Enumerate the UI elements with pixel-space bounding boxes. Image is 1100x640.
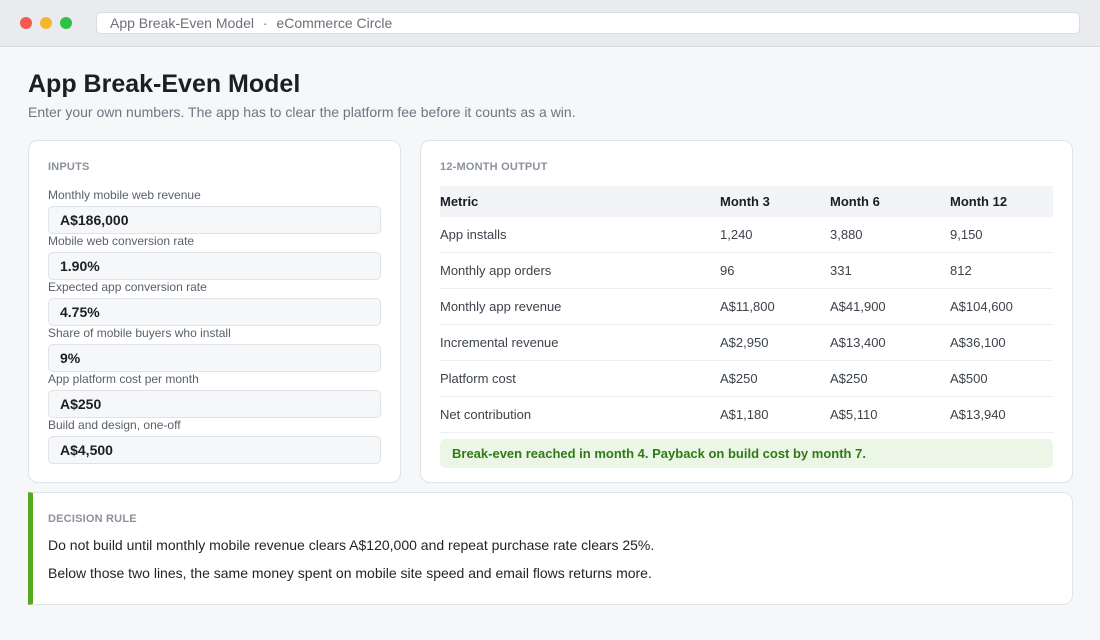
value-cell: A$36,100 — [950, 324, 1053, 361]
value-cell: 1,240 — [720, 217, 830, 253]
value-cell: A$1,180 — [720, 396, 830, 433]
inputs-section-label: INPUTS — [48, 161, 90, 173]
table-row: App installs 1,240 3,880 9,150 — [440, 217, 1053, 253]
minimize-window-button[interactable] — [40, 17, 52, 29]
field-label: Share of mobile buyers who install — [48, 326, 231, 340]
column-header: Month 12 — [950, 186, 1053, 217]
table-row: Incremental revenue A$2,950 A$13,400 A$3… — [440, 324, 1053, 361]
value-cell: A$104,600 — [950, 288, 1053, 325]
page-subtitle: Enter your own numbers. The app has to c… — [28, 104, 576, 120]
value-cell: 331 — [830, 252, 950, 289]
metric-cell: Platform cost — [440, 360, 720, 397]
break-even-banner: Break-even reached in month 4. Payback o… — [440, 439, 1053, 468]
table-row: Monthly app revenue A$11,800 A$41,900 A$… — [440, 288, 1053, 325]
build-and-design-input[interactable]: A$4,500 — [48, 436, 381, 464]
field-label: App platform cost per month — [48, 372, 199, 386]
field-share-of-mobile-buyers-who-install: Share of mobile buyers who install 9% — [48, 326, 381, 372]
value-cell: 812 — [950, 252, 1053, 289]
column-header: Metric — [440, 186, 720, 217]
value-cell: A$13,400 — [830, 324, 950, 361]
metric-cell: Monthly app revenue — [440, 288, 720, 325]
metric-cell: App installs — [440, 217, 720, 253]
value-cell: 3,880 — [830, 217, 950, 253]
mobile-web-conversion-rate-input[interactable]: 1.90% — [48, 252, 381, 280]
value-cell: A$2,950 — [720, 324, 830, 361]
metric-cell: Monthly app orders — [440, 252, 720, 289]
output-section-label: 12-MONTH OUTPUT — [440, 161, 548, 173]
field-build-and-design: Build and design, one-off A$4,500 — [48, 418, 381, 464]
column-header: Month 6 — [830, 186, 950, 217]
metric-cell: Incremental revenue — [440, 324, 720, 361]
field-label: Build and design, one-off — [48, 418, 181, 432]
metric-cell: Net contribution — [440, 396, 720, 433]
table-row: Net contribution A$1,180 A$5,110 A$13,94… — [440, 396, 1053, 433]
value-cell: 96 — [720, 252, 830, 289]
field-label: Monthly mobile web revenue — [48, 188, 201, 202]
tab-title: App Break-Even Model — [110, 15, 254, 31]
decision-rule-line-1: Do not build until monthly mobile revenu… — [48, 537, 655, 553]
app-platform-cost-input[interactable]: A$250 — [48, 390, 381, 418]
field-label: Expected app conversion rate — [48, 280, 207, 294]
address-bar[interactable]: App Break-Even Model · eCommerce Circle — [96, 12, 1080, 34]
table-row: Monthly app orders 96 331 812 — [440, 252, 1053, 289]
decision-rule-line-2: Below those two lines, the same money sp… — [48, 565, 652, 581]
expected-app-conversion-rate-input[interactable]: 4.75% — [48, 298, 381, 326]
close-window-button[interactable] — [20, 17, 32, 29]
output-card: 12-MONTH OUTPUT Metric Month 3 Month 6 M… — [420, 140, 1073, 483]
value-cell: A$250 — [720, 360, 830, 397]
value-cell: A$250 — [830, 360, 950, 397]
value-cell: A$11,800 — [720, 288, 830, 325]
value-cell: A$13,940 — [950, 396, 1053, 433]
title-separator: · — [262, 15, 268, 31]
value-cell: A$5,110 — [830, 396, 950, 433]
inputs-card: INPUTS Monthly mobile web revenue A$186,… — [28, 140, 401, 483]
field-label: Mobile web conversion rate — [48, 234, 195, 248]
maximize-window-button[interactable] — [60, 17, 72, 29]
value-cell: A$41,900 — [830, 288, 950, 325]
decision-section-label: DECISION RULE — [48, 513, 137, 525]
decision-rule-card: DECISION RULE Do not build until monthly… — [28, 492, 1073, 605]
field-mobile-web-conversion-rate: Mobile web conversion rate 1.90% — [48, 234, 381, 280]
field-expected-app-conversion-rate: Expected app conversion rate 4.75% — [48, 280, 381, 326]
install-share-input[interactable]: 9% — [48, 344, 381, 372]
field-app-platform-cost: App platform cost per month A$250 — [48, 372, 381, 418]
table-row: Platform cost A$250 A$250 A$500 — [440, 360, 1053, 397]
value-cell: 9,150 — [950, 217, 1053, 253]
field-monthly-mobile-web-revenue: Monthly mobile web revenue A$186,000 — [48, 188, 381, 234]
column-header: Month 3 — [720, 186, 830, 217]
browser-chrome: App Break-Even Model · eCommerce Circle — [0, 0, 1100, 47]
output-table: Metric Month 3 Month 6 Month 12 App inst… — [440, 186, 1053, 433]
value-cell: A$500 — [950, 360, 1053, 397]
table-header-row: Metric Month 3 Month 6 Month 12 — [440, 186, 1053, 217]
site-name: eCommerce Circle — [276, 15, 393, 31]
page-title: App Break-Even Model — [28, 70, 301, 98]
monthly-mobile-web-revenue-input[interactable]: A$186,000 — [48, 206, 381, 234]
